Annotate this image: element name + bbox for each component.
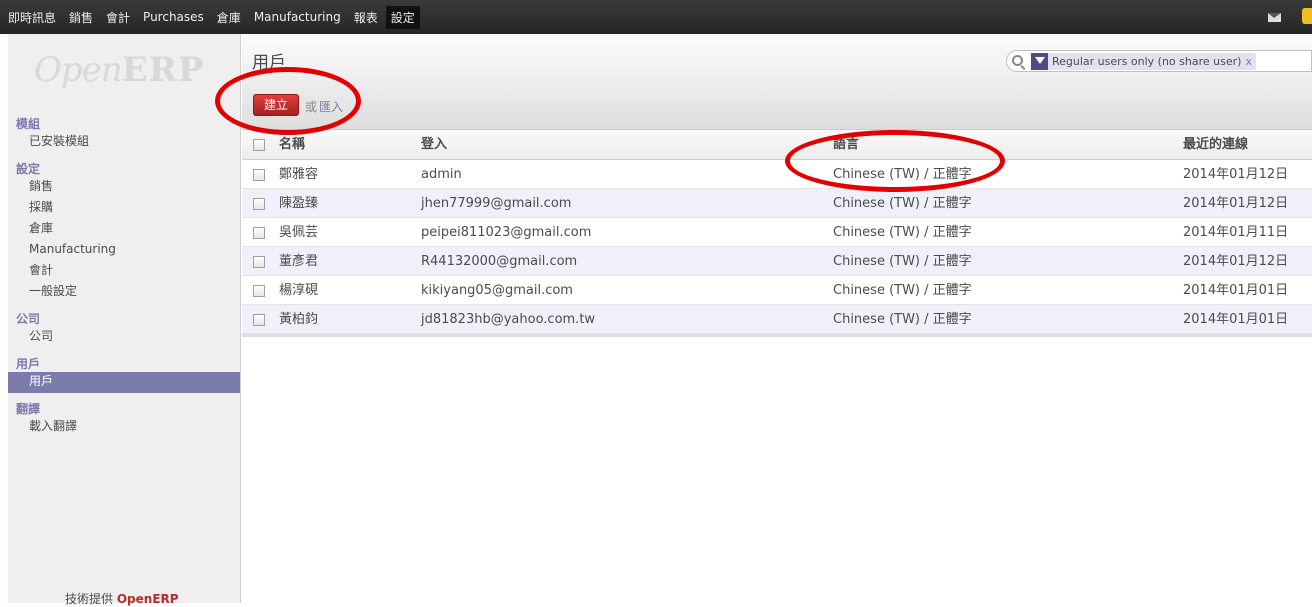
user-name: 鄭雅容 xyxy=(279,167,319,182)
page-title: 用戶 xyxy=(252,53,286,73)
powered-by-link[interactable]: OpenERP xyxy=(117,592,179,606)
row-checkbox-cell xyxy=(242,276,274,304)
table-row[interactable]: 吳佩芸 peipei811023@gmail.com Chinese (TW) … xyxy=(242,218,1312,247)
sidebar-nav: 模組 已安裝模組 設定 銷售 採購 倉庫 Manufacturing 會計 一般… xyxy=(8,108,240,438)
top-menu-bar: 即時訊息 銷售 會計 Purchases 倉庫 Manufacturing 報表… xyxy=(0,0,1312,34)
sidebar: OpenERP 模組 已安裝模組 設定 銷售 採購 倉庫 Manufacturi… xyxy=(8,34,241,606)
table-row[interactable]: 黃柏鈞 jd81823hb@yahoo.com.tw Chinese (TW) … xyxy=(242,305,1312,334)
user-language: Chinese (TW) / 正體字 xyxy=(833,254,972,269)
user-login: jhen77999@gmail.com xyxy=(421,196,572,211)
openerp-logo[interactable]: OpenERP xyxy=(34,50,204,90)
sidebar-item-manufacturing[interactable]: Manufacturing xyxy=(8,240,240,261)
select-all-checkbox[interactable] xyxy=(253,138,265,151)
column-header-last-connection[interactable]: 最近的連線 xyxy=(1179,130,1309,159)
user-last-connection: 2014年01月12日 xyxy=(1183,254,1289,269)
row-checkbox-cell xyxy=(242,160,274,188)
user-language: Chinese (TW) / 正體字 xyxy=(833,167,972,182)
user-name: 吳佩芸 xyxy=(279,225,319,240)
user-login: peipei811023@gmail.com xyxy=(421,225,592,240)
top-menu-settings[interactable]: 設定 xyxy=(385,5,420,29)
search-bar[interactable]: Regular users only (no share user) x xyxy=(1006,50,1312,72)
search-facet: Regular users only (no share user) x xyxy=(1031,53,1256,70)
row-checkbox[interactable] xyxy=(253,197,265,210)
sidebar-section-config: 設定 xyxy=(16,162,41,176)
sidebar-item-general-settings[interactable]: 一般設定 xyxy=(8,282,240,303)
table-row[interactable]: 鄭雅容 admin Chinese (TW) / 正體字 2014年01月12日 xyxy=(242,160,1312,189)
sidebar-item-purchases[interactable]: 採購 xyxy=(8,198,240,219)
sidebar-item-accounting[interactable]: 會計 xyxy=(8,261,240,282)
sidebar-section-companies: 公司 xyxy=(16,312,41,326)
top-menu-purchases[interactable]: Purchases xyxy=(143,10,204,24)
row-checkbox[interactable] xyxy=(253,284,265,297)
top-menu-sales[interactable]: 銷售 xyxy=(69,9,93,26)
user-language: Chinese (TW) / 正體字 xyxy=(833,225,972,240)
mail-icon[interactable] xyxy=(1268,13,1281,22)
column-header-language[interactable]: 語言 xyxy=(829,130,1179,159)
sidebar-item-companies[interactable]: 公司 xyxy=(8,327,240,348)
facet-label: Regular users only (no share user) xyxy=(1052,55,1242,68)
filter-icon xyxy=(1031,53,1048,70)
table-row[interactable]: 董彥君 R44132000@gmail.com Chinese (TW) / 正… xyxy=(242,247,1312,276)
select-all-cell xyxy=(242,130,274,159)
user-name: 黃柏鈞 xyxy=(279,312,319,327)
user-last-connection: 2014年01月11日 xyxy=(1183,225,1289,240)
table-row[interactable]: 楊淳硯 kikiyang05@gmail.com Chinese (TW) / … xyxy=(242,276,1312,305)
top-menu-reporting[interactable]: 報表 xyxy=(354,9,378,26)
user-name: 楊淳硯 xyxy=(279,283,319,298)
user-last-connection: 2014年01月01日 xyxy=(1183,283,1289,298)
sidebar-section-modules: 模組 xyxy=(16,117,41,131)
user-name: 董彥君 xyxy=(279,254,319,269)
column-header-login[interactable]: 登入 xyxy=(417,130,829,159)
user-avatar[interactable] xyxy=(1302,8,1312,24)
user-language: Chinese (TW) / 正體字 xyxy=(833,283,972,298)
column-header-name[interactable]: 名稱 xyxy=(274,130,417,159)
row-checkbox[interactable] xyxy=(253,168,265,181)
user-login: jd81823hb@yahoo.com.tw xyxy=(421,312,596,327)
logo-erp-text: ERP xyxy=(121,50,205,90)
import-link[interactable]: 匯入 xyxy=(319,98,343,115)
row-checkbox-cell xyxy=(242,305,274,333)
top-menu-messaging[interactable]: 即時訊息 xyxy=(8,9,56,26)
sidebar-item-installed-modules[interactable]: 已安裝模組 xyxy=(8,132,240,153)
search-icon[interactable] xyxy=(1012,55,1023,66)
create-button[interactable]: 建立 xyxy=(253,94,299,116)
row-checkbox-cell xyxy=(242,247,274,275)
user-last-connection: 2014年01月12日 xyxy=(1183,196,1289,211)
sidebar-section-users: 用戶 xyxy=(16,357,41,371)
powered-by-label: 技術提供 xyxy=(65,592,114,606)
row-checkbox[interactable] xyxy=(253,255,265,268)
user-name: 陳盈臻 xyxy=(279,196,319,211)
user-login: R44132000@gmail.com xyxy=(421,254,578,269)
logo-open-text: Open xyxy=(34,50,123,90)
top-menu: 即時訊息 銷售 會計 Purchases 倉庫 Manufacturing 報表… xyxy=(8,0,433,34)
top-menu-accounting[interactable]: 會計 xyxy=(106,9,130,26)
or-label: 或 xyxy=(305,100,318,114)
view-header: 用戶 建立 或 匯入 Regular users only (no share … xyxy=(242,34,1312,130)
row-checkbox[interactable] xyxy=(253,313,265,326)
sidebar-item-users[interactable]: 用戶 xyxy=(8,372,240,393)
top-menu-manufacturing[interactable]: Manufacturing xyxy=(254,10,341,24)
table-header: 名稱 登入 語言 最近的連線 xyxy=(242,130,1312,160)
row-checkbox-cell xyxy=(242,218,274,246)
user-language: Chinese (TW) / 正體字 xyxy=(833,196,972,211)
user-last-connection: 2014年01月12日 xyxy=(1183,167,1289,182)
powered-by: 技術提供 OpenERP xyxy=(65,590,179,607)
user-login: kikiyang05@gmail.com xyxy=(421,283,573,298)
sidebar-item-load-translation[interactable]: 載入翻譯 xyxy=(8,417,240,438)
facet-remove-button[interactable]: x xyxy=(1245,55,1256,68)
user-login: admin xyxy=(421,167,462,182)
table-row[interactable]: 陳盈臻 jhen77999@gmail.com Chinese (TW) / 正… xyxy=(242,189,1312,218)
row-checkbox-cell xyxy=(242,189,274,217)
users-list: 名稱 登入 語言 最近的連線 鄭雅容 admin Chinese (TW) / … xyxy=(242,130,1312,337)
sidebar-section-translations: 翻譯 xyxy=(16,402,41,416)
top-menu-warehouse[interactable]: 倉庫 xyxy=(217,9,241,26)
user-language: Chinese (TW) / 正體字 xyxy=(833,312,972,327)
main-content: 用戶 建立 或 匯入 Regular users only (no share … xyxy=(242,34,1312,603)
sidebar-item-warehouse[interactable]: 倉庫 xyxy=(8,219,240,240)
user-last-connection: 2014年01月01日 xyxy=(1183,312,1289,327)
sidebar-item-sales[interactable]: 銷售 xyxy=(8,177,240,198)
row-checkbox[interactable] xyxy=(253,226,265,239)
